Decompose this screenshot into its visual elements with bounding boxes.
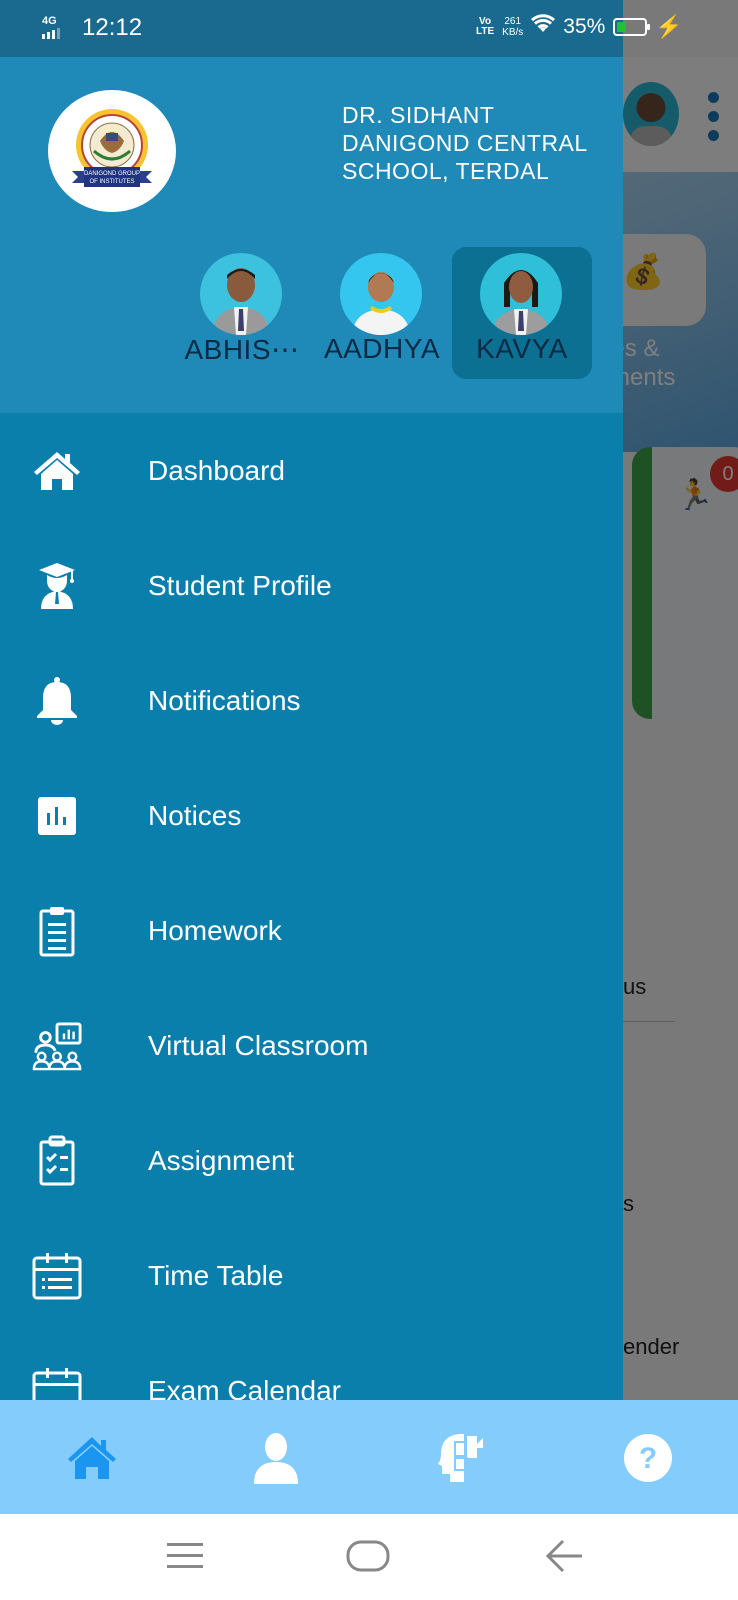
chart-board-icon <box>32 791 82 841</box>
battery-percent: 35% <box>563 15 606 38</box>
help-icon: ? <box>624 1434 672 1482</box>
student-kavya[interactable]: KAVYA <box>452 247 592 379</box>
menu-item-dashboard[interactable]: Dashboard <box>0 413 623 528</box>
menu-label: Dashboard <box>148 454 285 486</box>
menu-item-homework[interactable]: Homework <box>0 873 623 988</box>
student-abhis[interactable]: ABHIS⋯ <box>172 247 312 379</box>
volte-icon: Vo LTE <box>476 16 495 37</box>
bottom-nav-help[interactable]: ? <box>620 1430 676 1486</box>
network-speed: 261 KB/s <box>502 16 524 38</box>
wifi-icon <box>531 14 556 40</box>
network-type: 4G <box>42 15 57 27</box>
person-icon <box>254 1433 298 1484</box>
menu-label: Time Table <box>148 1259 284 1291</box>
calendar-list-icon <box>32 1251 82 1301</box>
menu-item-notifications[interactable]: Notifications <box>0 643 623 758</box>
menu-label: Virtual Classroom <box>148 1029 369 1061</box>
home-circle-icon <box>346 1540 390 1572</box>
battery-icon <box>613 18 651 36</box>
student-aadhya[interactable]: AADHYA <box>312 247 452 379</box>
menu-item-time-table[interactable]: Time Table <box>0 1218 623 1333</box>
menu-label: Notifications <box>148 684 301 716</box>
menu-label: Exam Calendar <box>148 1374 341 1401</box>
bottom-nav-learning[interactable] <box>434 1430 490 1486</box>
graduate-icon <box>32 561 82 611</box>
svg-text:OF INSTITUTES: OF INSTITUTES <box>90 179 135 185</box>
menu-label: Assignment <box>148 1144 295 1176</box>
svg-text:?: ? <box>639 1442 657 1475</box>
bottom-nav-home[interactable] <box>64 1430 120 1486</box>
classroom-icon <box>32 1021 82 1071</box>
menu-item-student-profile[interactable]: Student Profile <box>0 528 623 643</box>
bottom-nav-profile[interactable] <box>248 1430 304 1486</box>
back-arrow-icon <box>545 1539 582 1573</box>
student-switcher: ABHIS⋯ AADHYA KAVYA <box>172 247 592 379</box>
menu-item-exam-calendar[interactable]: Exam Calendar <box>0 1333 623 1400</box>
system-navigation-bar <box>0 1514 738 1600</box>
menu-item-notices[interactable]: Notices <box>0 758 623 873</box>
menu-label: Notices <box>148 799 242 831</box>
bottom-navigation: ? <box>0 1400 738 1514</box>
calendar-icon <box>32 1366 82 1400</box>
head-puzzle-icon <box>438 1434 483 1482</box>
drawer-header: DANIGOND GROUP OF INSTITUTES DR. SIDHANT… <box>0 57 623 413</box>
drawer-menu: Dashboard Student Profile Notifications … <box>0 413 623 1400</box>
student-avatar <box>340 253 422 335</box>
home-button[interactable] <box>346 1536 390 1576</box>
svg-text:DANIGOND GROUP: DANIGOND GROUP <box>84 171 140 177</box>
home-icon <box>32 446 82 496</box>
student-name: ABHIS⋯ <box>184 334 300 365</box>
menu-item-virtual-classroom[interactable]: Virtual Classroom <box>0 988 623 1103</box>
student-name: AADHYA <box>323 333 441 364</box>
bell-icon <box>32 676 82 726</box>
school-logo: DANIGOND GROUP OF INSTITUTES <box>48 90 176 212</box>
school-name: DR. SIDHANT DANIGOND CENTRAL SCHOOL, TER… <box>342 102 587 184</box>
home-icon <box>68 1437 116 1479</box>
menu-label: Homework <box>148 914 282 946</box>
recent-apps-button[interactable] <box>163 1536 207 1576</box>
student-name: KAVYA <box>476 333 568 364</box>
menu-item-assignment[interactable]: Assignment <box>0 1103 623 1218</box>
signal-icon <box>42 28 60 39</box>
clipboard-list-icon <box>32 906 82 956</box>
status-bar: 4G 12:12 Vo LTE 261 KB/s 35% ⚡ <box>0 0 738 57</box>
charging-icon: ⚡ <box>655 14 683 39</box>
navigation-drawer: DANIGOND GROUP OF INSTITUTES DR. SIDHANT… <box>0 57 623 1400</box>
student-avatar <box>200 253 282 335</box>
clipboard-check-icon <box>32 1135 82 1186</box>
menu-icon <box>167 1543 203 1568</box>
back-button[interactable] <box>542 1536 586 1576</box>
menu-label: Student Profile <box>148 569 332 601</box>
student-avatar <box>480 253 562 335</box>
clock: 12:12 <box>82 14 143 41</box>
